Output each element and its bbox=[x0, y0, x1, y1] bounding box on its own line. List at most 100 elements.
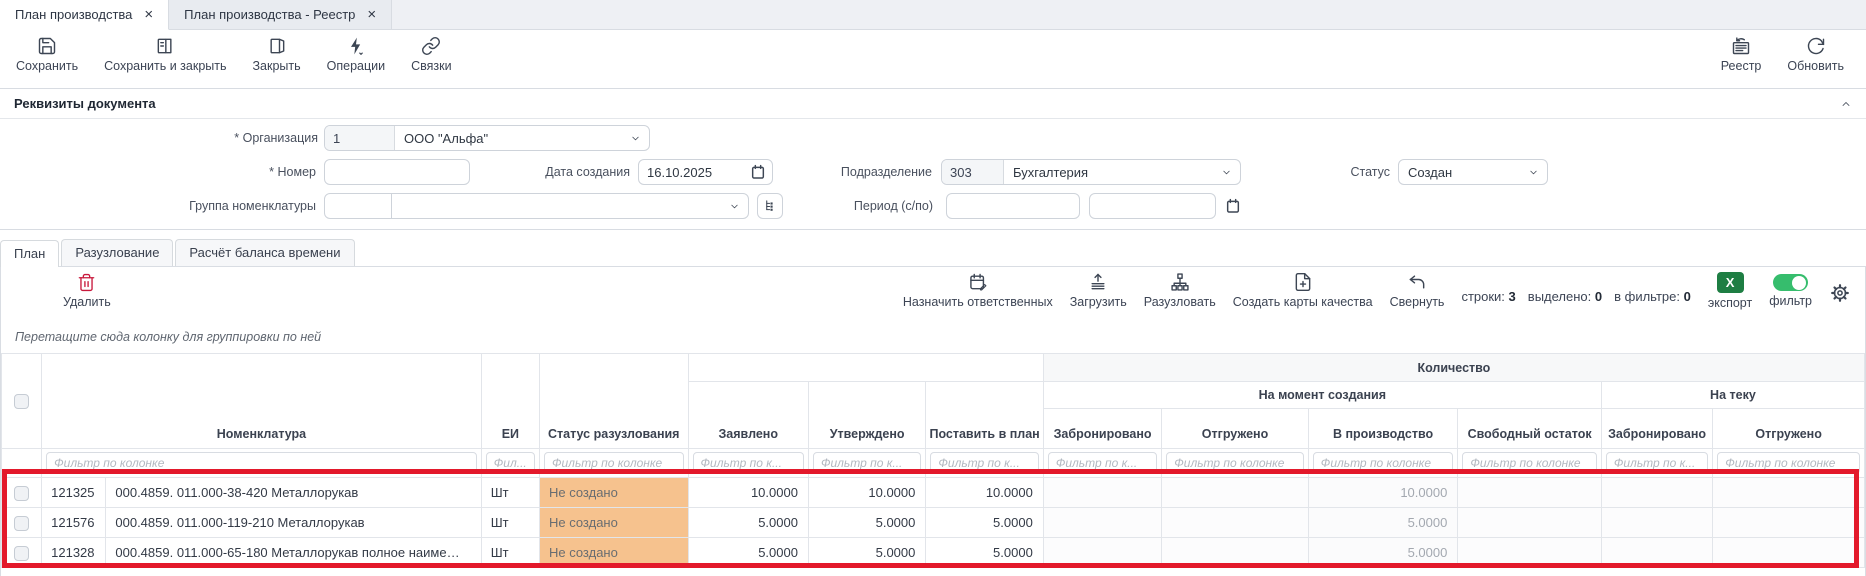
tab-unbundling[interactable]: Разузлование bbox=[61, 239, 173, 266]
filter-nomenclature[interactable] bbox=[46, 452, 477, 474]
period-calendar-button[interactable] bbox=[1225, 198, 1241, 214]
window-tab-bar: План производства × План производства - … bbox=[0, 0, 1866, 30]
col-nomenclature[interactable]: Номенклатура bbox=[42, 354, 482, 449]
filter-row bbox=[2, 449, 1865, 478]
col-declared[interactable]: Заявлено bbox=[688, 382, 808, 449]
plan-table: Номенклатура ЕИ Статус разузлования Коли… bbox=[1, 353, 1865, 568]
row-unit: Шт bbox=[481, 538, 539, 568]
org-name: ООО "Альфа" bbox=[395, 131, 630, 146]
close-button[interactable]: Закрыть bbox=[253, 36, 301, 73]
row-checkbox[interactable] bbox=[14, 546, 29, 561]
col-reserved[interactable]: Забронировано bbox=[1043, 409, 1161, 449]
filter-approved[interactable] bbox=[813, 452, 921, 474]
col-to-plan[interactable]: Поставить в план bbox=[926, 382, 1043, 449]
select-all-header bbox=[2, 354, 42, 449]
registry-icon bbox=[1731, 36, 1751, 56]
row-unit: Шт bbox=[481, 508, 539, 538]
row-declared: 10.0000 bbox=[688, 478, 808, 508]
filter-in-production[interactable] bbox=[1313, 452, 1454, 474]
table-row[interactable]: 121576 000.4859. 011.000-119-210 Металло… bbox=[2, 508, 1865, 538]
collapse-button[interactable]: Свернуть bbox=[1390, 272, 1445, 309]
row-shipped bbox=[1162, 508, 1309, 538]
filter-reserved-current[interactable] bbox=[1606, 452, 1708, 474]
header-group-row: Номенклатура ЕИ Статус разузлования Коли… bbox=[2, 354, 1865, 382]
refresh-button[interactable]: Обновить bbox=[1787, 36, 1844, 73]
window-tab-plan[interactable]: План производства × bbox=[0, 0, 169, 30]
row-reserved-current bbox=[1601, 538, 1712, 568]
division-select[interactable]: 303 Бухгалтерия bbox=[941, 159, 1241, 185]
row-free-balance bbox=[1458, 538, 1602, 568]
filter-unit[interactable] bbox=[486, 452, 535, 474]
row-shipped-current bbox=[1713, 478, 1865, 508]
table-row[interactable]: 121328 000.4859. 011.000-65-180 Металлор… bbox=[2, 538, 1865, 568]
row-checkbox[interactable] bbox=[14, 516, 29, 531]
window-tab-plan-registry[interactable]: План производства - Реестр × bbox=[169, 0, 392, 29]
filter-to-plan[interactable] bbox=[930, 452, 1038, 474]
row-shipped bbox=[1162, 538, 1309, 568]
file-plus-icon bbox=[1293, 272, 1313, 292]
col-shipped[interactable]: Отгружено bbox=[1162, 409, 1309, 449]
links-button[interactable]: Связки bbox=[411, 36, 451, 73]
hierarchy-icon bbox=[1170, 272, 1190, 292]
delete-button[interactable]: Удалить bbox=[63, 273, 111, 309]
row-reserved bbox=[1043, 538, 1161, 568]
filter-free-balance[interactable] bbox=[1462, 452, 1597, 474]
col-unit[interactable]: ЕИ bbox=[481, 354, 539, 449]
export-button[interactable]: X экспорт bbox=[1708, 272, 1752, 310]
toggle-on-icon[interactable] bbox=[1773, 274, 1808, 291]
row-shipped-current bbox=[1713, 538, 1865, 568]
row-to-plan: 5.0000 bbox=[926, 538, 1043, 568]
doc-tab-bar: План Разузлование Расчёт баланса времени bbox=[0, 239, 1866, 266]
unbundle-button[interactable]: Разузловать bbox=[1144, 272, 1216, 309]
undo-arrow-icon bbox=[1407, 272, 1427, 292]
col-status[interactable]: Статус разузлования bbox=[539, 354, 688, 449]
tab-time-balance[interactable]: Расчёт баланса времени bbox=[175, 239, 354, 266]
col-free-balance[interactable]: Свободный остаток bbox=[1458, 409, 1602, 449]
period-from-input[interactable] bbox=[946, 193, 1080, 219]
filter-shipped[interactable] bbox=[1166, 452, 1304, 474]
close-icon[interactable]: × bbox=[144, 7, 153, 22]
settings-button[interactable] bbox=[1829, 272, 1851, 307]
refresh-icon bbox=[1806, 36, 1826, 56]
division-code: 303 bbox=[942, 160, 1004, 184]
lightning-icon bbox=[346, 36, 366, 56]
col-in-production[interactable]: В производство bbox=[1308, 409, 1458, 449]
row-id: 121328 bbox=[42, 538, 106, 568]
col-shipped-current[interactable]: Отгружено bbox=[1713, 409, 1865, 449]
save-close-icon bbox=[155, 36, 175, 56]
division-label: Подразделение bbox=[700, 159, 932, 185]
number-label: * Номер bbox=[120, 159, 316, 185]
filter-status[interactable] bbox=[544, 452, 684, 474]
chevron-down-icon bbox=[630, 133, 641, 144]
row-to-plan: 10.0000 bbox=[926, 478, 1043, 508]
save-and-close-button[interactable]: Сохранить и закрыть bbox=[104, 36, 226, 73]
select-all-checkbox[interactable] bbox=[14, 394, 29, 409]
org-select[interactable]: 1 ООО "Альфа" bbox=[324, 125, 650, 151]
load-button[interactable]: Загрузить bbox=[1070, 272, 1127, 309]
grouping-drop-zone[interactable]: Перетащите сюда колонку для группировки … bbox=[1, 321, 1865, 353]
assign-responsible-button[interactable]: Назначить ответственных bbox=[903, 272, 1053, 309]
status-badge: Не создано bbox=[539, 538, 688, 568]
row-declared: 5.0000 bbox=[688, 508, 808, 538]
registry-button[interactable]: Реестр bbox=[1721, 36, 1762, 73]
row-nomenclature: 000.4859. 011.000-65-180 Металлорукав по… bbox=[106, 538, 481, 568]
save-button[interactable]: Сохранить bbox=[16, 36, 78, 73]
col-approved[interactable]: Утверждено bbox=[808, 382, 925, 449]
filter-shipped-current[interactable] bbox=[1717, 452, 1860, 474]
filter-reserved[interactable] bbox=[1048, 452, 1157, 474]
row-in-production: 5.0000 bbox=[1308, 538, 1458, 568]
period-to-input[interactable] bbox=[1089, 193, 1216, 219]
operations-button[interactable]: Операции bbox=[327, 36, 385, 73]
tab-plan[interactable]: План bbox=[0, 240, 59, 267]
filter-declared[interactable] bbox=[693, 452, 804, 474]
nomenclature-group-code-input[interactable] bbox=[324, 193, 392, 219]
create-quality-maps-button[interactable]: Создать карты качества bbox=[1233, 272, 1373, 309]
chevron-up-icon[interactable] bbox=[1840, 98, 1852, 110]
close-icon[interactable]: × bbox=[367, 7, 376, 22]
row-checkbox[interactable] bbox=[14, 486, 29, 501]
filter-toggle[interactable]: фильтр bbox=[1769, 272, 1812, 308]
status-select[interactable]: Создан bbox=[1398, 159, 1548, 185]
col-reserved-current[interactable]: Забронировано bbox=[1601, 409, 1712, 449]
nomenclature-group-select[interactable] bbox=[391, 193, 749, 219]
table-row[interactable]: 121325 000.4859. 011.000-38-420 Металлор… bbox=[2, 478, 1865, 508]
